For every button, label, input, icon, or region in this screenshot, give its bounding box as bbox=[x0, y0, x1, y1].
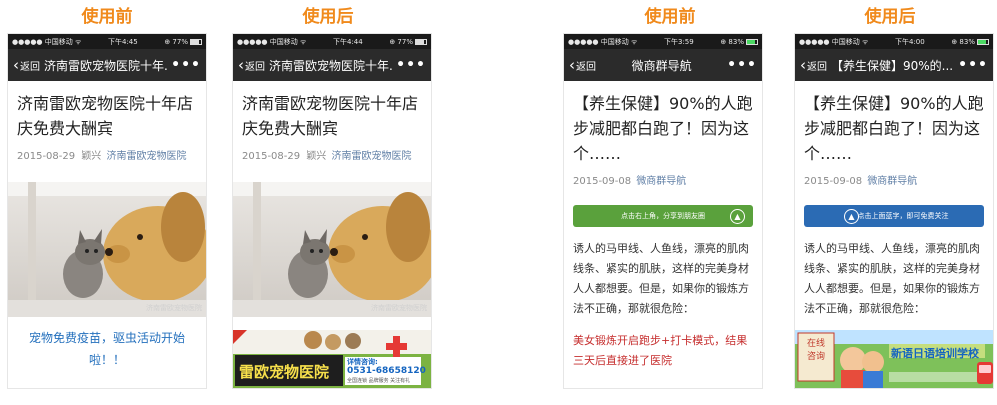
carrier-label: ●●●●● 中国移动 ᯤ bbox=[237, 37, 307, 46]
more-menu-button[interactable]: ••• bbox=[958, 57, 988, 73]
battery-indicator: ⊕ 77% bbox=[389, 38, 427, 46]
cat-dog-photo: 济南雷欧宠物医院 bbox=[8, 182, 206, 317]
photo-watermark: 济南雷欧宠物医院 bbox=[371, 304, 427, 312]
battery-icon bbox=[746, 38, 758, 45]
article-date: 2015-08-29 bbox=[17, 151, 76, 162]
article-date: 2015-09-08 bbox=[804, 176, 863, 187]
article-red-text: 美女锻炼开启跑步+打卡模式，结果三天后直接进了医院 bbox=[573, 334, 748, 367]
follow-hint-text: 点击上面蓝字，即可免费关注 bbox=[857, 212, 949, 220]
battery-icon bbox=[415, 38, 427, 45]
follow-hint-banner[interactable]: ▲ 点击上面蓝字，即可免费关注 bbox=[804, 205, 984, 227]
article-title: 济南雷欧宠物医院十年店庆免费大酬宾 bbox=[242, 94, 419, 138]
carrier-label: ●●●●● 中国移动 ᯤ bbox=[12, 37, 82, 46]
more-menu-button[interactable]: ••• bbox=[171, 57, 201, 73]
time-label: 下午4:44 bbox=[333, 37, 363, 46]
nav-bar: ‹ 返回 【养生保健】90%的... ••• bbox=[795, 49, 993, 81]
phone-screenshot-3: ●●●●● 中国移动 ᯤ 下午3:59 ⊕ 83% ‹ 返回 微商群导航 ••• … bbox=[563, 33, 763, 389]
article-body: 诱人的马甲线、人鱼线，漂亮的肌肉线条、紧实的肌肤，这样的完美身材人人都想要。但是… bbox=[573, 242, 749, 315]
nav-bar: ‹ 返回 济南雷欧宠物医院十年... ••• bbox=[8, 49, 206, 81]
cat-dog-image bbox=[8, 182, 206, 317]
article-date: 2015-08-29 bbox=[242, 151, 301, 162]
article-body: 诱人的马甲线、人鱼线，漂亮的肌肉线条、紧实的肌肤，这样的完美身材人人都想要。但是… bbox=[804, 242, 980, 315]
nav-title: 【养生保健】90%的... bbox=[831, 58, 954, 73]
ad-left-text: 在线咨询 bbox=[806, 339, 825, 362]
photo-watermark: 济南雷欧宠物医院 bbox=[146, 304, 202, 312]
article-title: 【养生保健】90%的人跑步减肥都白跑了！因为这个…… bbox=[804, 94, 984, 163]
promo-link[interactable]: 宠物免费疫苗，驱虫活动开始啦！！ bbox=[17, 327, 197, 371]
account-link[interactable]: 微商群导航 bbox=[867, 176, 917, 187]
time-label: 下午3:59 bbox=[664, 37, 694, 46]
caption-before-1: 使用前 bbox=[81, 7, 133, 27]
article-title: 【养生保健】90%的人跑步减肥都白跑了！因为这个…… bbox=[573, 94, 753, 163]
back-button[interactable]: ‹ 返回 bbox=[238, 55, 265, 74]
caption-before-2: 使用前 bbox=[644, 7, 696, 27]
back-button[interactable]: ‹ 返回 bbox=[569, 55, 596, 74]
share-hint-banner[interactable]: 点击右上角，分享到朋友圈 ▲ bbox=[573, 205, 753, 227]
article-author: 颖兴 bbox=[306, 151, 327, 162]
battery-indicator: ⊕ 83% bbox=[720, 38, 758, 46]
battery-icon bbox=[190, 38, 202, 45]
status-bar: ●●●●● 中国移动 ᯤ 下午4:00 ⊕ 83% bbox=[795, 34, 993, 49]
share-hint-text: 点击右上角，分享到朋友圈 bbox=[621, 212, 705, 220]
nav-bar: ‹ 返回 济南雷欧宠物医院十年... ••• bbox=[233, 49, 431, 81]
cat-dog-photo: 济南雷欧宠物医院 bbox=[233, 182, 431, 317]
ad-small-text: 全国连锁 品牌服务 关注有礼 bbox=[347, 378, 411, 384]
account-link[interactable]: 济南雷欧宠物医院 bbox=[107, 151, 187, 162]
chevron-left-icon: ‹ bbox=[800, 55, 806, 74]
cat-dog-image bbox=[233, 182, 431, 317]
account-link[interactable]: 微商群导航 bbox=[636, 176, 686, 187]
article-meta: 2015-08-29 颖兴 济南雷欧宠物医院 bbox=[17, 147, 197, 162]
ad-brand-text: 雷欧宠物医院 bbox=[239, 363, 330, 381]
more-menu-button[interactable]: ••• bbox=[396, 57, 426, 73]
account-link[interactable]: 济南雷欧宠物医院 bbox=[332, 151, 412, 162]
article-date: 2015-09-08 bbox=[573, 176, 632, 187]
caption-after-1: 使用后 bbox=[302, 7, 354, 27]
time-label: 下午4:00 bbox=[895, 37, 925, 46]
status-bar: ●●●●● 中国移动 ᯤ 下午4:45 ⊕ 77% bbox=[8, 34, 206, 49]
battery-indicator: ⊕ 77% bbox=[164, 38, 202, 46]
nav-bar: ‹ 返回 微商群导航 ••• bbox=[564, 49, 762, 81]
time-label: 下午4:45 bbox=[108, 37, 138, 46]
phone-screenshot-4: ●●●●● 中国移动 ᯤ 下午4:00 ⊕ 83% ‹ 返回 【养生保健】90%的… bbox=[794, 33, 994, 389]
ad-headline: 新语日语培训学校 bbox=[891, 347, 979, 360]
article-meta: 2015-09-08 微商群导航 bbox=[804, 172, 984, 187]
nav-title: 济南雷欧宠物医院十年... bbox=[269, 58, 393, 73]
battery-indicator: ⊕ 83% bbox=[951, 38, 989, 46]
ad-phone-number: 0531-68658120 bbox=[347, 366, 426, 376]
status-bar: ●●●●● 中国移动 ᯤ 下午4:44 ⊕ 77% bbox=[233, 34, 431, 49]
status-bar: ●●●●● 中国移动 ᯤ 下午3:59 ⊕ 83% bbox=[564, 34, 762, 49]
phone-screenshot-1: ●●●●● 中国移动 ᯤ 下午4:45 ⊕ 77% ‹ 返回 济南雷欧宠物医院十年… bbox=[7, 33, 207, 389]
article-title: 济南雷欧宠物医院十年店庆免费大酬宾 bbox=[17, 94, 194, 138]
vet-clinic-ad-banner[interactable]: 雷欧宠物医院 详情咨询: 0531-68658120 全国连锁 品牌服务 关注有… bbox=[233, 330, 431, 388]
nav-title: 微商群导航 bbox=[631, 58, 692, 73]
nav-title: 济南雷欧宠物医院十年... bbox=[44, 58, 168, 73]
article-author: 颖兴 bbox=[81, 151, 102, 162]
chevron-left-icon: ‹ bbox=[238, 55, 244, 74]
school-ad-banner[interactable]: 在线咨询 新语日语培训学校 bbox=[795, 330, 993, 388]
chevron-left-icon: ‹ bbox=[569, 55, 575, 74]
article-meta: 2015-09-08 微商群导航 bbox=[573, 172, 753, 187]
phone-screenshot-2: ●●●●● 中国移动 ᯤ 下午4:44 ⊕ 77% ‹ 返回 济南雷欧宠物医院十年… bbox=[232, 33, 432, 389]
caption-after-2: 使用后 bbox=[864, 7, 916, 27]
back-button[interactable]: ‹ 返回 bbox=[800, 55, 827, 74]
article-meta: 2015-08-29 颖兴 济南雷欧宠物医院 bbox=[242, 147, 422, 162]
more-menu-button[interactable]: ••• bbox=[727, 57, 757, 73]
battery-icon bbox=[977, 38, 989, 45]
arrow-up-icon: ▲ bbox=[844, 208, 859, 224]
carrier-label: ●●●●● 中国移动 ᯤ bbox=[799, 37, 869, 46]
back-button[interactable]: ‹ 返回 bbox=[13, 55, 40, 74]
chevron-left-icon: ‹ bbox=[13, 55, 19, 74]
carrier-label: ●●●●● 中国移动 ᯤ bbox=[568, 37, 638, 46]
arrow-up-icon: ▲ bbox=[730, 208, 745, 224]
